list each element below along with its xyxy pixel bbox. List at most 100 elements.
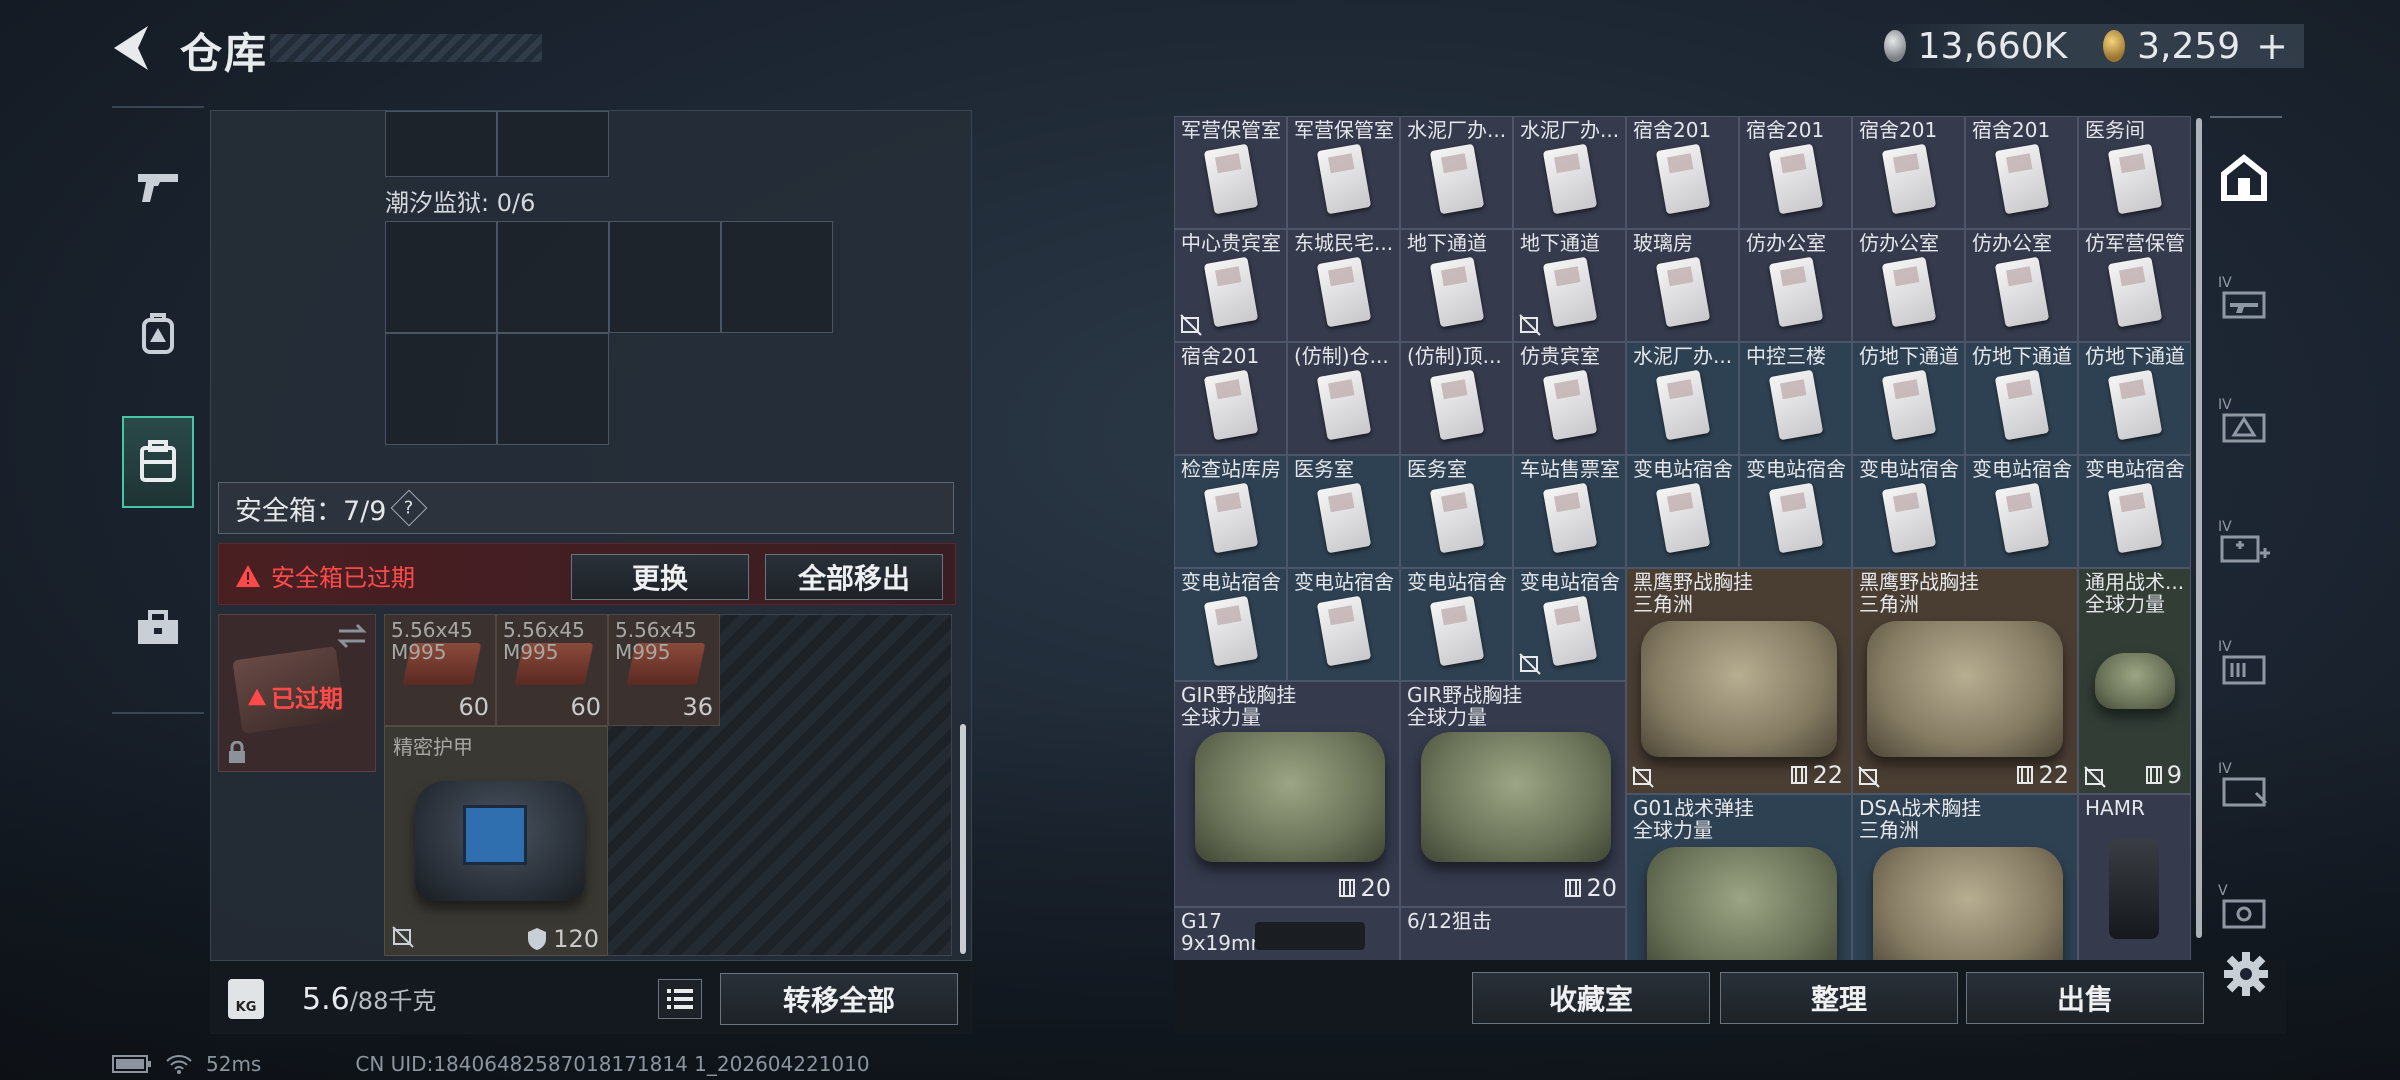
grid-slot[interactable] — [497, 333, 609, 445]
keycard-image — [1655, 256, 1711, 328]
key-card-item[interactable]: 水泥厂办... — [1400, 116, 1513, 229]
replace-button[interactable]: 更换 — [571, 554, 749, 600]
keycard-image — [1994, 369, 2050, 441]
key-card-item[interactable]: (仿制)仓... — [1287, 342, 1400, 455]
no-trade-icon — [392, 926, 414, 948]
right-scrollbar[interactable] — [2196, 118, 2202, 938]
stash-item[interactable]: 6/12狙击 — [1400, 907, 1626, 960]
key-card-item[interactable]: 仿办公室 — [1965, 229, 2078, 342]
armor-item[interactable]: 精密护甲 120 — [384, 726, 608, 956]
expired-tag: 已过期 — [247, 679, 343, 714]
uid-text: CN UID:18406482587018171814 1_2026042210… — [355, 1052, 870, 1076]
tab-stash-6[interactable]: V — [2212, 874, 2276, 938]
weight-display: 5.6/88千克 — [302, 981, 436, 1017]
tab-main-stash[interactable] — [2212, 146, 2276, 210]
tab-stash-2[interactable]: IV — [2212, 388, 2276, 452]
key-card-item[interactable]: 变电站宿舍 — [1513, 568, 1626, 681]
item-faction: 全球力量 — [1633, 818, 1713, 842]
key-card-item[interactable]: 军营保管室 — [1287, 116, 1400, 229]
key-card-item[interactable]: 宿舍201 — [1739, 116, 1852, 229]
help-button[interactable]: ? — [391, 489, 428, 527]
key-card-item[interactable]: 变电站宿舍 — [1739, 455, 1852, 568]
key-card-item[interactable]: 变电站宿舍 — [1626, 455, 1739, 568]
currency-bar: 13,660K 3,259 + — [1883, 24, 2304, 68]
stash-tab-nav: IV IV IV IV IV V — [2204, 116, 2284, 960]
grid-slot[interactable] — [497, 111, 609, 177]
key-card-item[interactable]: 宿舍201 — [1626, 116, 1739, 229]
add-currency-button[interactable]: + — [2256, 24, 2288, 68]
key-card-item[interactable]: 医务间 — [2078, 116, 2191, 229]
key-card-item[interactable]: 仿办公室 — [1739, 229, 1852, 342]
key-card-item[interactable]: 变电站宿舍 — [1852, 455, 1965, 568]
stash-item[interactable]: 通用战术... 全球力量 9 — [2078, 568, 2191, 794]
help-icon: ? — [404, 497, 415, 519]
key-card-item[interactable]: 玻璃房 — [1626, 229, 1739, 342]
key-card-item[interactable]: 宿舍201 — [1852, 116, 1965, 229]
tab-stash-5[interactable]: IV — [2212, 752, 2276, 816]
stash-item[interactable]: G01战术弹挂 全球力量 — [1626, 794, 1852, 960]
stash-item[interactable]: 黑鹰野战胸挂 三角洲 22 — [1626, 568, 1852, 794]
key-card-item[interactable]: 医务室 — [1287, 455, 1400, 568]
key-card-item[interactable]: 变电站宿舍 — [2078, 455, 2191, 568]
safebox-item[interactable]: 已过期 — [218, 614, 376, 772]
grid-slot[interactable] — [385, 221, 497, 333]
grid-slot[interactable] — [385, 111, 497, 177]
move-all-out-button[interactable]: 全部移出 — [765, 554, 943, 600]
stash-item[interactable]: G17 9x19mm — [1174, 907, 1400, 960]
transfer-all-button[interactable]: 转移全部 — [720, 973, 958, 1025]
key-card-item[interactable]: 医务室 — [1400, 455, 1513, 568]
key-card-item[interactable]: 仿地下通道 — [2078, 342, 2191, 455]
key-card-item[interactable]: 中心贵宾室 — [1174, 229, 1287, 342]
capacity: 9 — [2145, 761, 2182, 789]
key-card-item[interactable]: 仿地下通道 — [1965, 342, 2078, 455]
key-card-item[interactable]: 东城民宅... — [1287, 229, 1400, 342]
tab-stash-3[interactable]: IV — [2212, 510, 2276, 574]
stash-item[interactable]: DSA战术胸挂 三角洲 — [1852, 794, 2078, 960]
grid-slot[interactable] — [721, 221, 833, 333]
key-card-item[interactable]: 仿地下通道 — [1852, 342, 1965, 455]
nav-safebox[interactable] — [122, 416, 194, 508]
grid-slot[interactable] — [609, 221, 721, 333]
ammo-item[interactable]: 5.56x45 M995 60 — [496, 614, 608, 726]
ammo-item[interactable]: 5.56x45 M995 60 — [384, 614, 496, 726]
key-card-item[interactable]: 车站售票室 — [1513, 455, 1626, 568]
key-card-item[interactable]: (仿制)顶... — [1400, 342, 1513, 455]
key-card-item[interactable]: 仿贵宾室 — [1513, 342, 1626, 455]
key-card-item[interactable]: 变电站宿舍 — [1965, 455, 2078, 568]
key-card-item[interactable]: 军营保管室 — [1174, 116, 1287, 229]
grid-slot[interactable] — [497, 221, 609, 333]
stash-item[interactable]: GIR野战胸挂 全球力量 20 — [1400, 681, 1626, 907]
nav-tools[interactable] — [122, 592, 194, 664]
left-scrollbar[interactable] — [960, 724, 966, 954]
tab-stash-1[interactable]: IV — [2212, 266, 2276, 330]
key-card-item[interactable]: 地下通道 — [1400, 229, 1513, 342]
item-name: 变电站宿舍 — [2085, 457, 2185, 481]
ammo-item[interactable]: 5.56x45 M995 36 — [608, 614, 720, 726]
stash-item[interactable]: HAMR — [2078, 794, 2191, 960]
key-card-item[interactable]: 仿办公室 — [1852, 229, 1965, 342]
key-card-item[interactable]: 变电站宿舍 — [1287, 568, 1400, 681]
key-card-item[interactable]: 变电站宿舍 — [1400, 568, 1513, 681]
key-card-item[interactable]: 变电站宿舍 — [1174, 568, 1287, 681]
nav-weapons[interactable] — [122, 152, 194, 224]
key-card-item[interactable]: 中控三楼 — [1739, 342, 1852, 455]
key-card-item[interactable]: 宿舍201 — [1965, 116, 2078, 229]
sort-button[interactable]: 整理 — [1720, 972, 1958, 1024]
tab-stash-4[interactable]: IV — [2212, 630, 2276, 694]
stash-item[interactable]: 黑鹰野战胸挂 三角洲 22 — [1852, 568, 2078, 794]
key-card-item[interactable]: 仿军营保管 — [2078, 229, 2191, 342]
stash-item[interactable]: GIR野战胸挂 全球力量 20 — [1174, 681, 1400, 907]
back-button[interactable] — [108, 22, 154, 74]
key-card-item[interactable]: 地下通道 — [1513, 229, 1626, 342]
list-view-button[interactable] — [658, 979, 702, 1019]
silver-coin-icon — [1883, 30, 1906, 62]
key-card-item[interactable]: 宿舍201 — [1174, 342, 1287, 455]
key-card-item[interactable]: 水泥厂办... — [1626, 342, 1739, 455]
settings-button[interactable] — [2222, 950, 2270, 998]
key-card-item[interactable]: 水泥厂办... — [1513, 116, 1626, 229]
collection-room-button[interactable]: 收藏室 — [1472, 972, 1710, 1024]
nav-gear[interactable] — [122, 298, 194, 370]
sell-button[interactable]: 出售 — [1966, 972, 2204, 1024]
grid-slot[interactable] — [385, 333, 497, 445]
key-card-item[interactable]: 检查站库房 — [1174, 455, 1287, 568]
